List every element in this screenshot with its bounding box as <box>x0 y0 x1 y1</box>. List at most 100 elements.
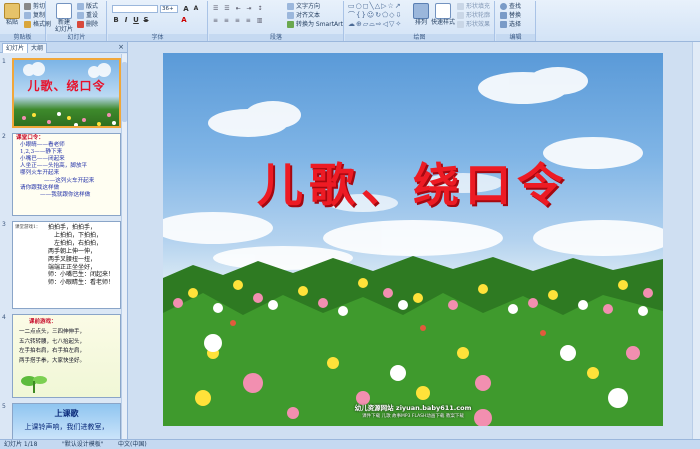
align-text-button[interactable]: 对齐文本 <box>287 11 320 20</box>
thumbnail-line: 拍拍手，拍拍手， <box>48 224 97 231</box>
slide-thumbnail-4[interactable]: 课前游戏： 一二点点头，三四伸伸手， 五六转转腰，七八抬起头， 左手拍右肩，右手… <box>12 314 121 398</box>
shapes-gallery[interactable]: ▭○◻╲△▷☆↗ ⌒{}☺↻⬠◇⇩ ☁⊕▱⌓⇨◁▽✧ <box>348 2 402 29</box>
thumbnail-line: ——这列火车开起来 <box>44 177 95 184</box>
thumbnail-list: 1 儿歌、绕口令 2 课堂口令： 小眼睛——看老师 1,2,3——静下来 小嘴巴… <box>0 54 122 439</box>
ribbon: 粘贴 剪切 复制 格式刷 剪贴板 新建 幻灯片 版式 重设 删除 幻灯片 36+… <box>0 0 700 42</box>
flower-field-background <box>163 67 663 426</box>
replace-button[interactable]: 替换 <box>500 11 521 20</box>
align-buttons[interactable]: ≡ ≡ ≡ ≡ ▥ <box>213 16 264 25</box>
thumbnail-scrollbar[interactable] <box>121 54 127 439</box>
scissors-icon <box>24 3 31 10</box>
shape-fill-button[interactable]: 形状填充 <box>457 2 490 11</box>
slide-thumbnail-2[interactable]: 课堂口令： 小眼睛——看老师 1,2,3——静下来 小嘴巴——闭起来 人坐正——… <box>12 133 121 216</box>
align-text-icon <box>287 12 294 19</box>
paste-button[interactable]: 粘贴 <box>2 3 22 26</box>
fill-icon <box>457 3 464 10</box>
drawing-group: ▭○◻╲△▷☆↗ ⌒{}☺↻⬠◇⇩ ☁⊕▱⌓⇨◁▽✧ 排列 快速样式 形状填充 形状… <box>345 1 495 41</box>
thumbnail-line: 师：小眼睛生：看老师！ <box>48 279 115 287</box>
grow-font-button[interactable]: A <box>182 5 190 13</box>
thumbnail-label: 课堂游戏1： <box>15 225 41 230</box>
outline-icon <box>457 12 464 19</box>
delete-icon <box>77 21 84 28</box>
font-group: 36+ A A B I U S A 字体 <box>108 1 208 41</box>
new-slide-button[interactable]: 新建 幻灯片 <box>52 3 76 33</box>
strikethrough-button[interactable]: S <box>142 16 150 24</box>
thumbnail-line: 左手拍右肩，右手拍左肩， <box>19 348 86 355</box>
quick-styles-button[interactable]: 快速样式 <box>431 3 455 26</box>
cursor-icon <box>500 21 507 28</box>
watermark-subtext: 课件下载 儿歌 故事MP3 FLASH动画下载 教案下载 <box>362 414 464 419</box>
panel-tabs: 幻灯片 大纲 × <box>0 42 127 53</box>
slide-thumbnail-1[interactable]: 儿歌、绕口令 <box>12 58 121 128</box>
delete-button[interactable]: 删除 <box>77 20 98 29</box>
effects-icon <box>457 21 464 28</box>
slide-number: 4 <box>2 314 6 321</box>
underline-button[interactable]: U <box>132 16 140 24</box>
reset-icon <box>77 12 84 19</box>
font-size-combo[interactable]: 36+ <box>160 5 178 13</box>
editing-group: 查找 替换 选择 编辑 <box>496 1 536 41</box>
slide-thumbnail-3[interactable]: 课堂游戏1： 拍拍手，拍拍手， 上拍拍，下拍拍， 左拍拍，右拍拍， 两手朝上伸一… <box>12 221 121 309</box>
thumbnail-line: 左拍拍，右拍拍， <box>54 239 103 247</box>
slide-canvas[interactable]: 儿歌、绕口令 幼儿资源网站 ziyuan.baby611.com 课件下载 儿歌… <box>163 53 663 426</box>
thumbnail-line: 上课歌 <box>54 408 79 418</box>
bullets-buttons[interactable]: ☰ ☰ ⇤ ⇥ ↕ <box>213 4 264 13</box>
tab-slides[interactable]: 幻灯片 <box>2 43 29 53</box>
smartart-icon <box>287 21 294 28</box>
bold-button[interactable]: B <box>112 16 120 24</box>
italic-button[interactable]: I <box>122 16 130 24</box>
find-button[interactable]: 查找 <box>500 2 521 11</box>
slide-thumbnail-5[interactable]: 上课歌 上课铃声响，我们进教室， <box>12 403 121 439</box>
editor-scrollbar[interactable] <box>692 42 700 439</box>
thumbnail-line: 两手搭手拳，大家快坐好。 <box>19 358 86 365</box>
clipboard-label: 剪贴板 <box>0 34 45 41</box>
slides-panel: 幻灯片 大纲 × 1 儿歌、绕口令 2 课堂口令： 小眼睛——看老师 1,2,3… <box>0 42 128 439</box>
slide-editor: 儿歌、绕口令 幼儿资源网站 ziyuan.baby611.com 课件下载 儿歌… <box>129 42 700 439</box>
font-color-button[interactable]: A <box>180 16 188 24</box>
tab-outline[interactable]: 大纲 <box>27 43 48 53</box>
reset-button[interactable]: 重设 <box>77 11 98 20</box>
flower-field-thumbnail <box>22 62 116 126</box>
select-button[interactable]: 选择 <box>500 20 521 29</box>
slide-title[interactable]: 儿歌、绕口令 <box>163 149 663 215</box>
slide-number: 1 <box>2 58 6 65</box>
clipboard-group: 粘贴 剪切 复制 格式刷 剪贴板 <box>0 1 51 41</box>
paragraph-label: 段落 <box>209 34 343 41</box>
language[interactable]: 中文(中国) <box>118 440 147 449</box>
thumbnail-line: 请你跟我这样做 <box>20 184 60 191</box>
shrink-font-button[interactable]: A <box>192 5 200 13</box>
thumbnail-line: 哪列火车开起来 <box>20 170 60 177</box>
thumbnail-line: 上拍拍，下拍拍， <box>54 231 103 239</box>
slide-number: 5 <box>2 403 6 410</box>
text-direction-icon <box>287 3 294 10</box>
slides-group: 新建 幻灯片 版式 重设 删除 幻灯片 <box>47 1 107 41</box>
new-slide-icon <box>56 3 72 19</box>
thumbnail-line: 五六转转腰，七八抬起头， <box>19 338 86 345</box>
thumbnail-poem: 拍拍手，拍拍手， 上拍拍，下拍拍， 左拍拍，右拍拍， 两手朝上伸一伸， 两手叉腰… <box>48 224 114 287</box>
copy-button[interactable]: 复制 <box>24 11 45 20</box>
drawing-label: 绘图 <box>345 34 494 41</box>
cut-button[interactable]: 剪切 <box>24 2 45 11</box>
font-name-combo[interactable] <box>112 5 158 13</box>
quick-styles-icon <box>435 3 451 19</box>
theme-name: "默认设计模板" <box>62 441 104 448</box>
slide-index: 幻灯片 1/18 <box>4 441 38 448</box>
thumbnail-line: ——我就跟你这样做 <box>40 191 91 198</box>
arrange-icon <box>413 3 429 19</box>
close-panel-icon[interactable]: × <box>118 43 124 52</box>
layout-button[interactable]: 版式 <box>77 2 98 11</box>
paste-icon <box>4 3 20 19</box>
layout-icon <box>77 3 84 10</box>
slides-label: 幻灯片 <box>47 34 106 41</box>
smartart-button[interactable]: 转换为 SmartArt <box>287 20 343 29</box>
paragraph-group: ☰ ☰ ⇤ ⇥ ↕ ≡ ≡ ≡ ≡ ▥ 文字方向 对齐文本 转换为 SmartA… <box>209 1 344 41</box>
shape-outline-button[interactable]: 形状轮廓 <box>457 11 490 20</box>
copy-icon <box>24 12 31 19</box>
thumbnail-line: 课前游戏： <box>29 319 57 325</box>
search-icon <box>500 3 507 10</box>
slide-number: 2 <box>2 133 6 140</box>
scrollbar-thumb[interactable] <box>122 62 127 122</box>
shape-effects-button[interactable]: 形状效果 <box>457 20 490 29</box>
text-direction-button[interactable]: 文字方向 <box>287 2 320 11</box>
arrange-button[interactable]: 排列 <box>411 3 431 26</box>
